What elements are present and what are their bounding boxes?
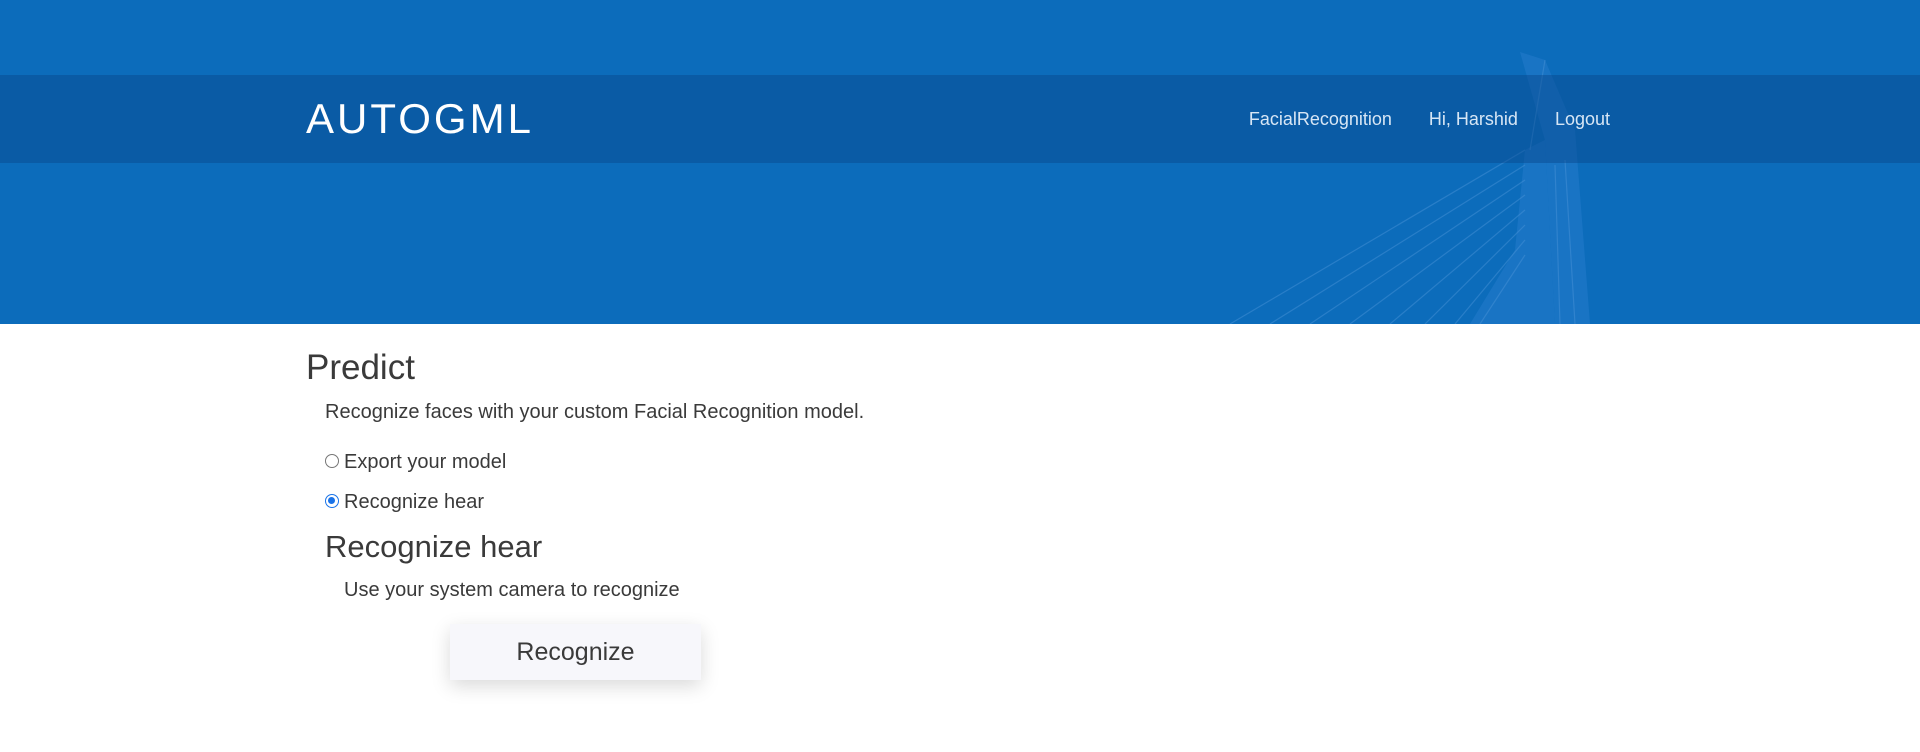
radio-label-export-model: Export your model <box>344 451 507 473</box>
section-description: Use your system camera to recognize <box>344 579 680 601</box>
main-content: Predict Recognize faces with your custom… <box>306 344 1606 680</box>
top-navbar: AUTOGML FacialRecognition Hi, Harshid Lo… <box>0 75 1920 163</box>
radio-label-recognize-hear: Recognize hear <box>344 491 485 513</box>
radio-button-recognize-hear[interactable] <box>325 494 339 508</box>
header-banner: AUTOGML FacialRecognition Hi, Harshid Lo… <box>0 0 1920 324</box>
radio-option-recognize-hear[interactable]: Recognize hear <box>325 490 484 514</box>
radio-button-export-model[interactable] <box>325 454 339 468</box>
page-title: Predict <box>306 348 415 387</box>
brand-logo[interactable]: AUTOGML <box>306 97 534 141</box>
recognize-button[interactable]: Recognize <box>450 624 701 680</box>
section-title: Recognize hear <box>325 529 543 564</box>
nav-link-user-greeting[interactable]: Hi, Harshid <box>1429 108 1518 130</box>
page-subtitle: Recognize faces with your custom Facial … <box>325 401 865 423</box>
radio-option-export-model[interactable]: Export your model <box>325 450 506 474</box>
nav-links: FacialRecognition Hi, Harshid Logout <box>1249 108 1610 130</box>
nav-link-facial-recognition[interactable]: FacialRecognition <box>1249 108 1392 130</box>
nav-link-logout[interactable]: Logout <box>1555 108 1610 130</box>
